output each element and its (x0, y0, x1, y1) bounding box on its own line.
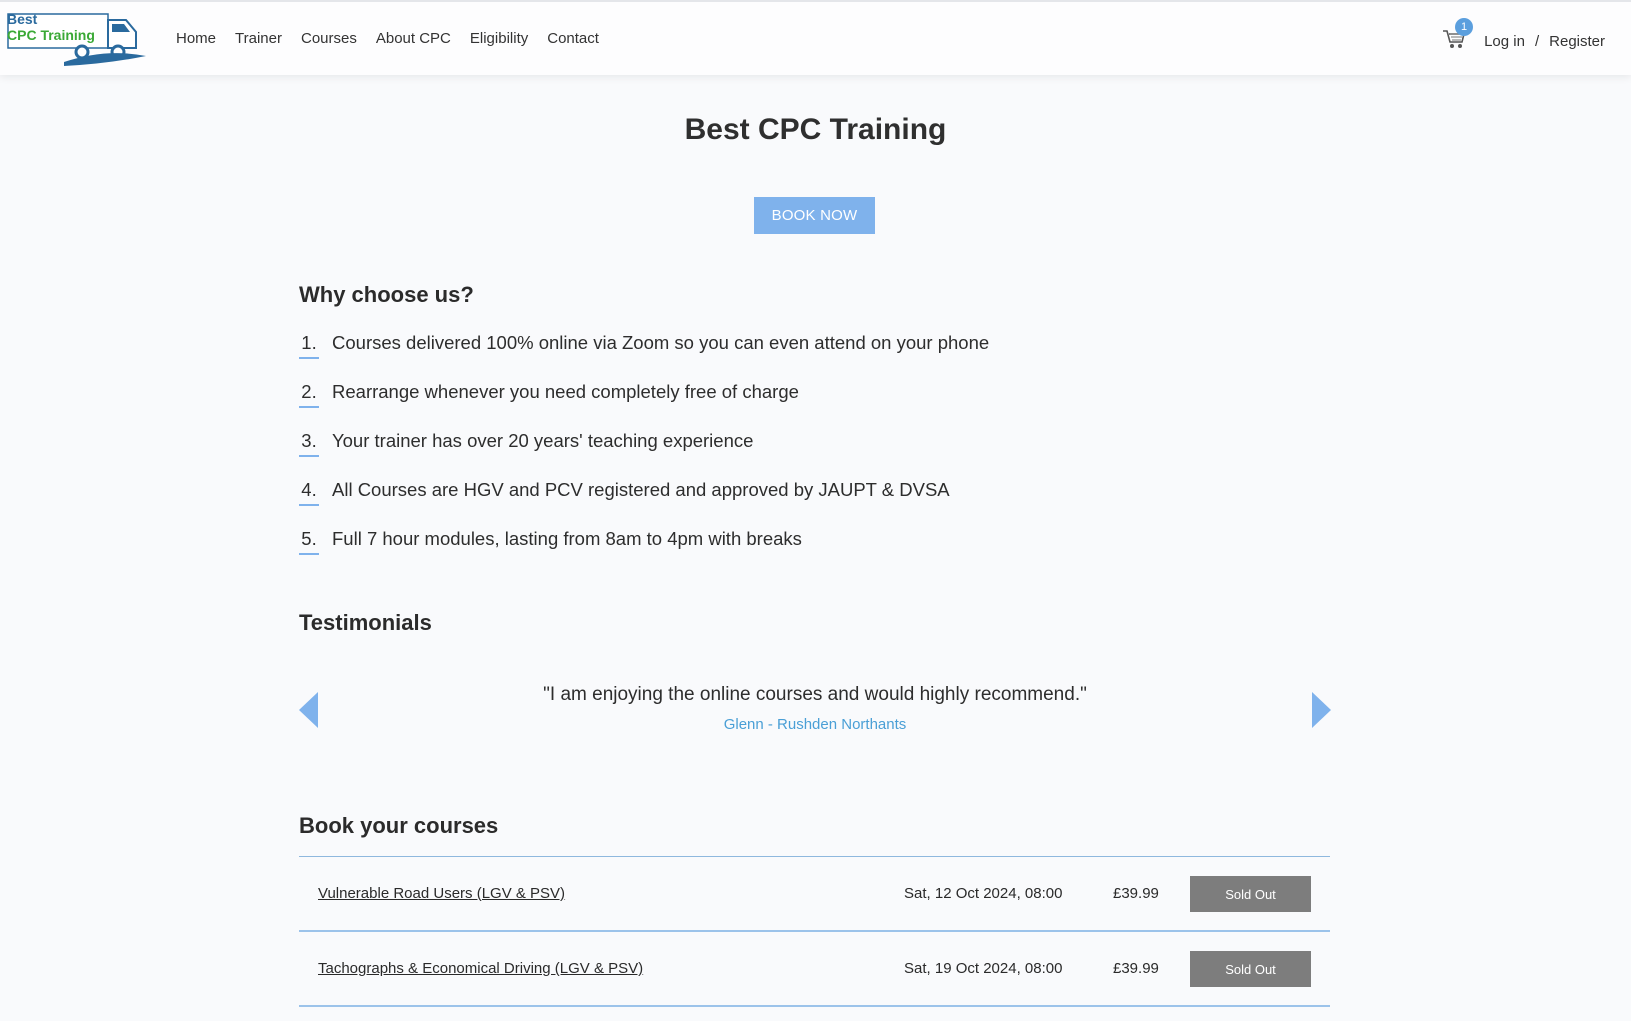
nav-contact[interactable]: Contact (547, 30, 599, 47)
table-row: Tachographs & Economical Driving (LGV & … (299, 932, 1330, 1007)
list-number: 5. (299, 528, 319, 555)
account-area: 1 Log in / Register (1442, 18, 1605, 52)
sold-out-button[interactable]: Sold Out (1190, 951, 1311, 987)
list-text: All Courses are HGV and PCV registered a… (332, 479, 950, 500)
testimonial-author: Glenn - Rushden Northants (723, 716, 907, 733)
truck-logo-icon: Best CPC Training (7, 11, 146, 66)
list-text: Your trainer has over 20 years' teaching… (332, 430, 754, 451)
sold-out-button[interactable]: Sold Out (1190, 876, 1311, 912)
course-link[interactable]: Tachographs & Economical Driving (LGV & … (318, 960, 643, 977)
list-number: 4. (299, 479, 319, 506)
list-item: 2. Rearrange whenever you need completely… (299, 381, 989, 430)
course-date: Sat, 19 Oct 2024, 08:00 (904, 960, 1063, 977)
nav-courses[interactable]: Courses (301, 30, 357, 47)
testimonial-quote: "I am enjoying the online courses and wo… (543, 684, 1087, 705)
course-link[interactable]: Vulnerable Road Users (LGV & PSV) (318, 885, 565, 902)
nav-about-cpc[interactable]: About CPC (376, 30, 451, 47)
course-price: £39.99 (1113, 885, 1159, 902)
nav-home[interactable]: Home (176, 30, 216, 47)
nav-trainer[interactable]: Trainer (235, 30, 282, 47)
register-link[interactable]: Register (1549, 33, 1605, 50)
logo-text-cpc: CPC Training (7, 27, 95, 43)
why-choose-us-heading: Why choose us? (299, 282, 474, 307)
book-courses-heading: Book your courses (299, 813, 499, 838)
course-date: Sat, 12 Oct 2024, 08:00 (904, 885, 1063, 902)
list-number: 2. (299, 381, 319, 408)
site-logo[interactable]: Best CPC Training (6, 10, 148, 70)
nav-eligibility[interactable]: Eligibility (470, 30, 528, 47)
logo-text-best: Best (7, 11, 38, 27)
list-item: 3. Your trainer has over 20 years' teachi… (299, 430, 989, 479)
cart-button[interactable]: 1 (1442, 18, 1474, 50)
list-text: Rearrange whenever you need completely f… (332, 381, 799, 402)
list-text: Full 7 hour modules, lasting from 8am to… (332, 528, 802, 549)
account-separator: / (1534, 32, 1540, 50)
reasons-list: 1. Courses delivered 100% online via Zoom… (299, 332, 989, 577)
courses-list: Vulnerable Road Users (LGV & PSV) Sat, 1… (299, 856, 1330, 1007)
book-now-button[interactable]: BOOK NOW (754, 197, 875, 234)
list-number: 1. (299, 332, 319, 359)
course-price: £39.99 (1113, 960, 1159, 977)
main-nav: Home Trainer Courses About CPC Eligibili… (176, 30, 618, 47)
list-number: 3. (299, 430, 319, 457)
list-item: 4. All Courses are HGV and PCV registered… (299, 479, 989, 528)
page-title: Best CPC Training (684, 113, 947, 146)
cart-count-badge: 1 (1455, 18, 1474, 36)
list-text: Courses delivered 100% online via Zoom s… (332, 332, 990, 353)
list-item: 5. Full 7 hour modules, lasting from 8am … (299, 528, 989, 577)
table-row: Vulnerable Road Users (LGV & PSV) Sat, 1… (299, 857, 1330, 932)
site-header: Best CPC Training Home Trainer Courses A… (0, 0, 1631, 75)
login-link[interactable]: Log in (1484, 33, 1525, 50)
testimonials-heading: Testimonials (299, 610, 432, 635)
list-item: 1. Courses delivered 100% online via Zoom… (299, 332, 989, 381)
